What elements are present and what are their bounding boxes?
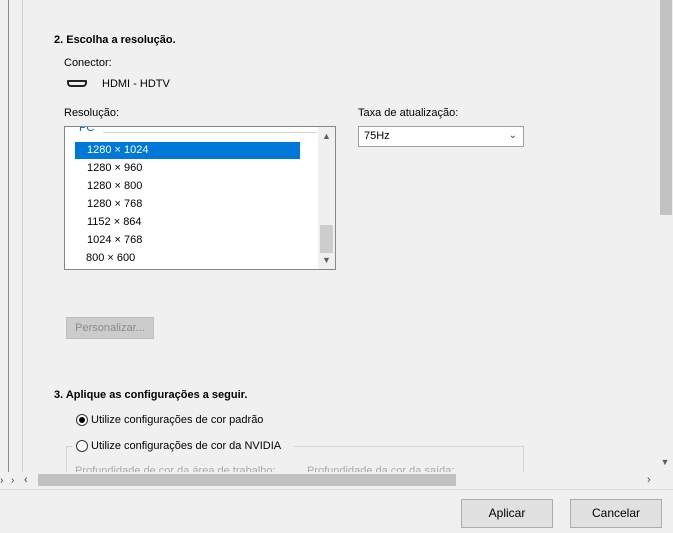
group-label-pc: PC: [79, 126, 95, 134]
scroll-right-icon[interactable]: ›: [647, 474, 651, 486]
resolution-label: Resolução:: [64, 107, 120, 119]
refresh-rate-value: 75Hz: [364, 130, 390, 142]
resolution-item[interactable]: 1280 × 1024: [75, 142, 300, 159]
resolution-listbox[interactable]: PC 1280 × 1024 1280 × 960 1280 × 800 128…: [64, 126, 336, 270]
section2-heading: 2. Escolha a resolução.: [54, 34, 176, 46]
resolution-item[interactable]: 800 × 600: [75, 250, 300, 267]
main-scroll-down-icon[interactable]: ▼: [658, 457, 672, 467]
refresh-rate-label: Taxa de atualização:: [358, 107, 459, 119]
customize-button[interactable]: Personalizar...: [66, 317, 154, 339]
resolution-item[interactable]: 1280 × 800: [75, 178, 300, 195]
scroll-left-icon[interactable]: ‹: [24, 474, 28, 486]
cancel-button[interactable]: Cancelar: [570, 499, 662, 528]
output-depth-label: Profundidade da cor da saída:: [307, 465, 455, 472]
chevron-down-icon: ⌄: [508, 130, 517, 141]
resolution-item[interactable]: 1280 × 960: [75, 160, 300, 177]
desktop-depth-label: Profundidade de cor da área de trabalho:: [75, 465, 276, 472]
hdmi-icon: [67, 80, 87, 87]
left-pane-divider: [22, 0, 23, 476]
horizontal-scroll-thumb[interactable]: [38, 474, 456, 486]
resolution-item[interactable]: 1024 × 768: [75, 232, 300, 249]
section3-heading: 3. Aplique as configurações a seguir.: [54, 389, 248, 401]
resolution-item[interactable]: 1152 × 864: [75, 214, 300, 231]
radio-nvidia-color[interactable]: [76, 440, 88, 452]
connector-value: HDMI - HDTV: [102, 78, 170, 90]
listbox-scroll-thumb[interactable]: [320, 225, 333, 253]
listbox-scrollbar[interactable]: ▲ ▼: [318, 127, 335, 269]
radio-default-color[interactable]: [76, 414, 88, 426]
group-divider: [103, 132, 317, 133]
left-pane-border: [8, 0, 9, 476]
radio-nvidia-label[interactable]: Utilize configurações de cor da NVIDIA: [91, 440, 281, 452]
radio-default-label[interactable]: Utilize configurações de cor padrão: [91, 414, 263, 426]
resolution-item[interactable]: 1280 × 768: [75, 196, 300, 213]
main-vertical-scroll-thumb[interactable]: [660, 0, 672, 215]
scroll-up-icon[interactable]: ▲: [318, 131, 335, 141]
connector-label: Conector:: [64, 57, 112, 69]
left-pane-scroll-right-icon[interactable]: ›: [0, 475, 3, 486]
left-pane-scroll-right-icon-2[interactable]: ›: [11, 475, 14, 486]
refresh-rate-select[interactable]: 75Hz ⌄: [358, 126, 524, 147]
scroll-down-icon[interactable]: ▼: [318, 255, 335, 265]
apply-button[interactable]: Aplicar: [461, 499, 553, 528]
